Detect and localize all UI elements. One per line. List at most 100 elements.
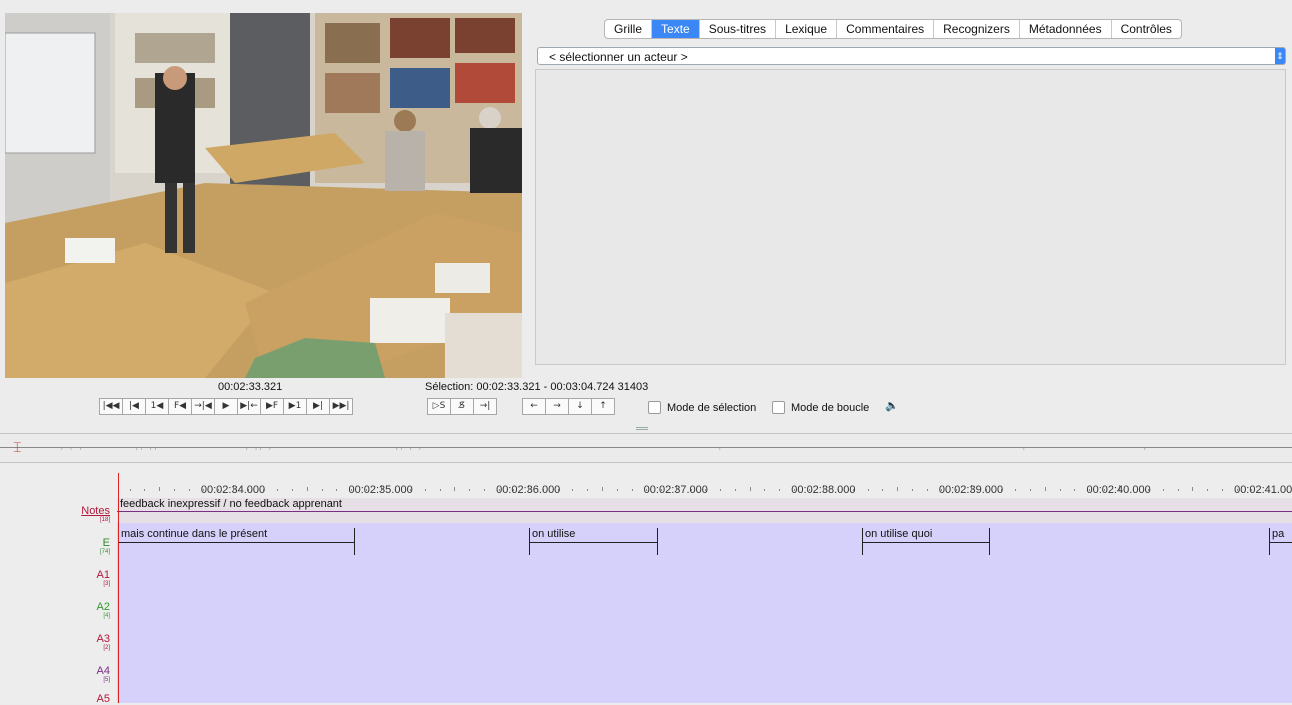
playback-button-1[interactable]: |◀◀	[99, 398, 123, 415]
ruler-tick	[321, 489, 323, 491]
tab-recognizers[interactable]: Recognizers	[934, 20, 1020, 38]
tier-labels: Notes [18] E [74] A1 [3] A2 [4] A3 [2] A4 [5] A5	[0, 466, 117, 705]
playhead-cursor[interactable]	[118, 473, 119, 703]
nav-button-3[interactable]: ↓	[568, 398, 592, 415]
playback-button-11[interactable]: ▶▶|	[329, 398, 353, 415]
ruler-label: 00:02:38.000	[791, 484, 856, 496]
timeline-overview[interactable]: ⌶ · · · ·· ·· · ·· · ·· · · · · ·	[0, 433, 1292, 463]
ruler-tick	[483, 489, 485, 491]
playback-button-6[interactable]: ▶	[214, 398, 238, 415]
e-annotation-text: on utilise quoi	[865, 528, 933, 540]
selection-mode-box[interactable]	[648, 401, 661, 414]
ruler-tick	[277, 489, 279, 491]
loop-mode-box[interactable]	[772, 401, 785, 414]
ruler-tick	[144, 489, 146, 491]
e-annotation[interactable]: pa	[1269, 528, 1292, 556]
playback-button-3[interactable]: 1◀	[145, 398, 169, 415]
current-time: 00:02:33.321	[218, 381, 283, 393]
overview-marks: ·· ··	[135, 446, 159, 453]
time-ruler[interactable]: 00:02:34.000 00:02:35.000 00:02:36.000 00:0…	[117, 466, 1292, 498]
loop-mode-label: Mode de boucle	[791, 401, 870, 414]
tier-name: A3	[96, 633, 110, 645]
ruler-tick	[1221, 489, 1223, 491]
overview-marks: ·	[1143, 446, 1148, 453]
ruler-label: 00:02:34.000	[200, 484, 266, 496]
tier-label-e[interactable]: E [74]	[100, 538, 110, 556]
ruler-tick	[439, 489, 441, 491]
ruler-tick	[1207, 489, 1209, 491]
panel-splitter[interactable]	[636, 427, 648, 430]
actor-select[interactable]: < sélectionner un acteur > ⇕	[537, 47, 1286, 65]
ruler-label: 00:02:40.000	[1086, 484, 1151, 496]
notes-tier-row[interactable]: feedback inexpressif / no feedback appre…	[117, 498, 1292, 523]
tab-controles[interactable]: Contrôles	[1112, 20, 1181, 38]
ruler-tick	[897, 487, 899, 491]
ruler-label: 00:02:35.000	[348, 484, 413, 496]
tab-metadonnees[interactable]: Métadonnées	[1020, 20, 1112, 38]
selection-button-2[interactable]: S̸	[450, 398, 474, 415]
ruler-tick	[336, 489, 338, 491]
ruler-tick	[720, 489, 722, 491]
ruler-tick	[424, 489, 426, 491]
tab-grille[interactable]: Grille	[605, 20, 653, 38]
ruler-tick	[129, 489, 131, 491]
overview-marks: · ·· ·	[245, 446, 273, 453]
playback-button-4[interactable]: F◀	[168, 398, 192, 415]
tier-name: E	[102, 537, 110, 549]
overview-axis	[0, 447, 1292, 448]
overview-marks: ·	[1022, 446, 1027, 453]
overview-cursor-icon[interactable]: ⌶	[13, 438, 25, 456]
tab-lexique[interactable]: Lexique	[776, 20, 838, 38]
e-annotation[interactable]: on utilise	[529, 528, 658, 556]
tab-texte[interactable]: Texte	[652, 20, 700, 38]
notes-annotation[interactable]: feedback inexpressif / no feedback appre…	[120, 498, 342, 510]
tier-label-a3[interactable]: A3 [2]	[97, 634, 110, 652]
ruler-tick	[292, 489, 294, 491]
tier-label-a1[interactable]: A1 [3]	[97, 570, 110, 588]
playback-button-10[interactable]: ▶|	[306, 398, 330, 415]
ruler-label: 00:02:37.000	[643, 484, 708, 496]
notes-annotation-span	[117, 511, 1292, 512]
e-annotation[interactable]: mais continue dans le présent	[118, 528, 355, 556]
ruler-tick	[1044, 487, 1046, 491]
selection-mode-checkbox[interactable]: Mode de sélection	[648, 401, 756, 414]
tab-commentaires[interactable]: Commentaires	[837, 20, 935, 38]
nav-button-4[interactable]: ↑	[591, 398, 615, 415]
tier-label-a5[interactable]: A5	[97, 694, 110, 705]
ruler-tick	[867, 489, 869, 491]
tab-sous-titres[interactable]: Sous-titres	[700, 20, 777, 38]
tier-area[interactable]: feedback inexpressif / no feedback appre…	[117, 498, 1292, 703]
tier-label-notes[interactable]: Notes [18]	[81, 506, 110, 524]
tier-name: Notes	[81, 505, 110, 517]
select-arrows-icon: ⇕	[1275, 48, 1285, 64]
playback-button-7[interactable]: ▶|←	[237, 398, 261, 415]
actor-select-value: < sélectionner un acteur >	[549, 50, 688, 64]
e-annotation-text: mais continue dans le présent	[121, 528, 268, 540]
tier-label-a2[interactable]: A2 [4]	[97, 602, 110, 620]
selection-mode-label: Mode de sélection	[667, 401, 757, 414]
tier-label-a4[interactable]: A4 [5]	[97, 666, 110, 684]
tier-count: [5]	[103, 677, 110, 683]
playback-button-5[interactable]: →|◀	[191, 398, 215, 415]
selection-button-3[interactable]: →|	[473, 398, 497, 415]
nav-button-2[interactable]: →	[545, 398, 569, 415]
ruler-tick	[1074, 489, 1076, 491]
e-annotation-text: on utilise	[532, 528, 576, 540]
video-frame-image	[5, 13, 522, 378]
ruler-label: 00:02:39.000	[938, 484, 1004, 496]
ruler-tick	[1030, 489, 1032, 491]
video-viewer	[5, 13, 522, 378]
text-viewer-area[interactable]	[535, 69, 1286, 365]
playback-button-9[interactable]: ▶1	[283, 398, 307, 415]
ruler-tick	[159, 487, 161, 491]
tier-name: A4	[96, 665, 110, 677]
playback-button-8[interactable]: ▶F	[260, 398, 284, 415]
e-annotation[interactable]: on utilise quoi	[862, 528, 990, 556]
ruler-tick	[911, 489, 913, 491]
selection-button-1[interactable]: ▷S	[427, 398, 451, 415]
playback-button-2[interactable]: |◀	[122, 398, 146, 415]
nav-button-1[interactable]: ←	[522, 398, 546, 415]
speaker-icon[interactable]: 🔈	[885, 399, 899, 412]
ruler-tick	[602, 487, 603, 491]
loop-mode-checkbox[interactable]: Mode de boucle	[772, 401, 869, 414]
